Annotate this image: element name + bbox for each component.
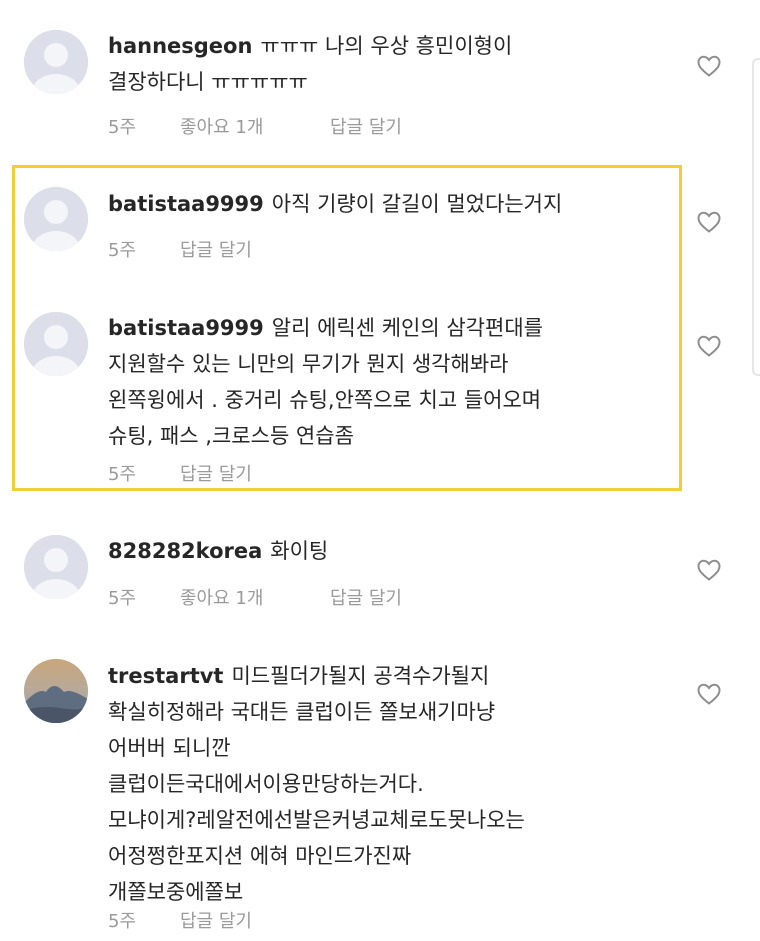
comment-username[interactable]: 828282korea [108, 539, 262, 563]
reply-button[interactable]: 답글 달기 [180, 460, 252, 486]
comment-body: batistaa9999 알리 에릭센 케인의 삼각편대를 지원할수 있는 니만의… [108, 310, 688, 454]
comment-text: 어정쩡한포지션 에혀 마인드가진짜 [108, 844, 412, 868]
comment-timestamp: 5주 [108, 464, 137, 485]
comment-text: 결장하다니 ㅠㅠㅠㅠㅠ [108, 70, 308, 94]
comment-body: trestartvt 미드필더가될지 공격수가될지 확실히정해라 국대든 클럽이든… [108, 658, 688, 910]
comment-timestamp: 5주 [108, 117, 137, 138]
likes-count[interactable]: 좋아요 1개 [180, 584, 330, 610]
heart-icon[interactable] [696, 682, 722, 706]
reply-button[interactable]: 답글 달기 [330, 113, 402, 139]
comment-text: 확실히정해라 국대든 클럽이든 쫄보새기마냥 [108, 700, 496, 724]
comment-meta: 5주 답글 달기 [108, 460, 252, 486]
reply-button[interactable]: 답글 달기 [180, 907, 252, 933]
comment-body: 828282korea 화이팅 [108, 533, 688, 569]
heart-icon[interactable] [696, 334, 722, 358]
comment-text: 개쫄보중에쫄보 [108, 880, 244, 904]
comment-text: 아직 기량이 갈길이 멀었다는거지 [271, 192, 563, 216]
heart-icon[interactable] [696, 210, 722, 234]
comment-username[interactable]: hannesgeon [108, 34, 252, 58]
avatar[interactable] [24, 535, 88, 599]
comment-body: hannesgeon ㅠㅠㅠ 나의 우상 흥민이형이 결장하다니 ㅠㅠㅠㅠㅠ [108, 28, 688, 100]
heart-icon[interactable] [696, 558, 722, 582]
landscape-photo-avatar [24, 659, 88, 723]
avatar[interactable] [24, 659, 88, 723]
avatar[interactable] [24, 30, 88, 94]
comment-timestamp: 5주 [108, 588, 137, 609]
comment-text: 미드필더가될지 공격수가될지 [231, 664, 490, 688]
comment-text: ㅠㅠㅠ 나의 우상 흥민이형이 [260, 34, 513, 58]
comment-timestamp: 5주 [108, 240, 137, 261]
reply-button[interactable]: 답글 달기 [330, 584, 402, 610]
comment-body: batistaa9999 아직 기량이 갈길이 멀었다는거지 [108, 186, 688, 222]
comment-meta: 5주 답글 달기 [108, 236, 252, 262]
scrollbar[interactable] [752, 58, 760, 376]
comment-text: 모냐이게?레알전에선발은커녕교체로도못나오는 [108, 808, 525, 832]
comment-text: 알리 에릭센 케인의 삼각편대를 [271, 316, 543, 340]
comment-username[interactable]: trestartvt [108, 664, 223, 688]
comment-meta: 5주 좋아요 1개 답글 달기 [108, 584, 402, 610]
default-avatar-icon [24, 535, 88, 599]
default-avatar-icon [24, 30, 88, 94]
comment-meta: 5주 답글 달기 [108, 907, 252, 933]
reply-button[interactable]: 답글 달기 [180, 236, 252, 262]
comment-username[interactable]: batistaa9999 [108, 316, 264, 340]
default-avatar-icon [24, 312, 88, 376]
comment-meta: 5주 좋아요 1개 답글 달기 [108, 113, 402, 139]
comment-text: 왼쪽윙에서 . 중거리 슈팅,안쪽으로 치고 들어오며 [108, 388, 542, 412]
avatar[interactable] [24, 187, 88, 251]
comment-timestamp: 5주 [108, 911, 137, 932]
comment-text: 클럽이든국대에서이용만당하는거다. [108, 772, 424, 796]
comment-text: 슈팅, 패스 ,크로스등 연습좀 [108, 424, 354, 448]
comment-username[interactable]: batistaa9999 [108, 192, 264, 216]
default-avatar-icon [24, 187, 88, 251]
likes-count[interactable]: 좋아요 1개 [180, 113, 330, 139]
comment-text: 지원할수 있는 니만의 무기가 뭔지 생각해봐라 [108, 352, 509, 376]
comment-text: 어버버 되니깐 [108, 736, 231, 760]
heart-icon[interactable] [696, 54, 722, 78]
avatar[interactable] [24, 312, 88, 376]
comment-text: 화이팅 [270, 539, 329, 563]
